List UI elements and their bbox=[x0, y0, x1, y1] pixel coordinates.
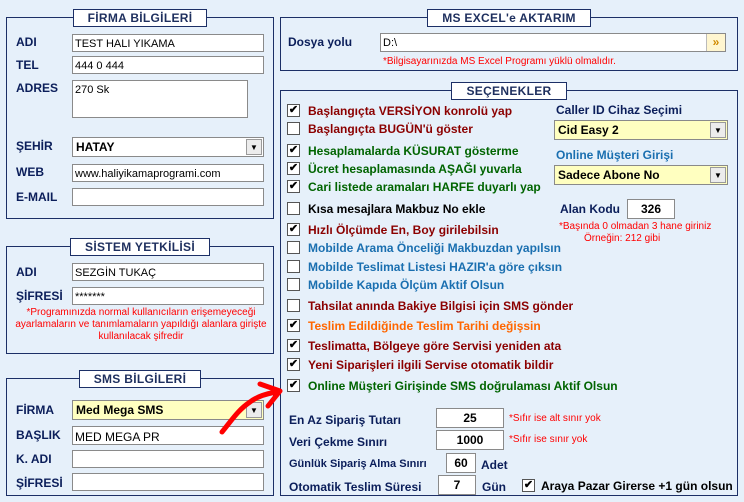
callerid-label: Caller ID Cihaz Seçimi bbox=[556, 103, 683, 117]
option-label: Başlangıçta VERSİYON konrolü yap bbox=[308, 104, 513, 118]
option-label: Mobilde Arama Önceliği Makbuzdan yapılsı… bbox=[308, 241, 561, 255]
sms-sifre-label: ŞİFRESİ bbox=[16, 476, 63, 490]
firma-email-label: E-MAIL bbox=[16, 190, 58, 204]
option-label: Teslimatta, Bölgeye göre Servisi yeniden… bbox=[308, 339, 562, 353]
sms-panel-title: SMS BİLGİLERİ bbox=[78, 370, 202, 388]
option-checkbox[interactable]: ✔ bbox=[287, 144, 300, 157]
option-checkbox[interactable] bbox=[287, 241, 300, 254]
excel-panel-title: MS EXCEL'e AKTARIM bbox=[427, 9, 591, 27]
option-checkbox[interactable] bbox=[287, 278, 300, 291]
min-siparis-label: En Az Sipariş Tutarı bbox=[289, 413, 402, 427]
option-label: Ücret hesaplamasında AŞAĞI yuvarla bbox=[308, 162, 522, 176]
sistem-adi-label: ADI bbox=[16, 265, 37, 279]
option-checkbox[interactable]: ✔ bbox=[287, 358, 300, 371]
firma-adi-field[interactable]: TEST HALI YIKAMA bbox=[72, 34, 264, 52]
excel-warning: *Bilgisayarınızda MS Excel Programı yükl… bbox=[383, 56, 616, 67]
online-giris-value: Sadece Abone No bbox=[558, 168, 660, 182]
alan-kodu-note-1: *Başında 0 olmadan 3 hane giriniz bbox=[559, 221, 712, 232]
alan-kodu-note-2: Örneğin: 212 gibi bbox=[584, 233, 661, 244]
option-label: Cari listede aramaları HARFE duyarlı yap bbox=[308, 180, 541, 194]
teslim-suresi-field[interactable]: 7 bbox=[438, 475, 476, 495]
pazar-checkbox-row[interactable]: ✔ Araya Pazar Girerse +1 gün olsun bbox=[522, 479, 736, 495]
callerid-value: Cid Easy 2 bbox=[558, 123, 619, 137]
option-label: Kısa mesajlara Makbuz No ekle bbox=[308, 202, 486, 216]
option-checkbox[interactable] bbox=[287, 299, 300, 312]
callerid-select[interactable]: Cid Easy 2 ▼ bbox=[554, 120, 728, 140]
option-label: Tahsilat anında Bakiye Bilgisi için SMS … bbox=[308, 299, 574, 313]
option-label: Mobilde Teslimat Listesi HAZIR'a göre çı… bbox=[308, 260, 563, 274]
online-giris-label: Online Müşteri Girişi bbox=[556, 148, 674, 162]
sms-baslik-label: BAŞLIK bbox=[16, 428, 61, 442]
firma-panel-title: FİRMA BİLGİLERİ bbox=[72, 9, 208, 27]
secenekler-panel-title: SEÇENEKLER bbox=[451, 82, 567, 100]
gunluk-siparis-label: Günlük Sipariş Alma Sınırı bbox=[289, 458, 427, 470]
option-label: Hesaplamalarda KÜSURAT gösterme bbox=[308, 144, 519, 158]
option-checkbox[interactable]: ✔ bbox=[287, 223, 300, 236]
gunluk-siparis-unit: Adet bbox=[481, 458, 508, 472]
firma-email-field[interactable] bbox=[72, 188, 264, 206]
option-checkbox[interactable]: ✔ bbox=[287, 104, 300, 117]
firma-adres-label: ADRES bbox=[16, 81, 59, 95]
firma-sehir-label: ŞEHİR bbox=[16, 139, 53, 153]
veri-cekme-note: *Sıfır ise sınır yok bbox=[509, 434, 588, 445]
firma-sehir-value: HATAY bbox=[76, 140, 115, 154]
gunluk-siparis-field[interactable]: 60 bbox=[446, 453, 476, 473]
chevron-down-icon[interactable]: ▼ bbox=[710, 167, 726, 183]
option-checkbox[interactable] bbox=[287, 122, 300, 135]
firma-adres-field[interactable]: 270 Sk bbox=[72, 80, 248, 118]
option-label: Başlangıçta BUGÜN'ü göster bbox=[308, 122, 473, 136]
veri-cekme-label: Veri Çekme Sınırı bbox=[289, 435, 388, 449]
firma-adi-label: ADI bbox=[16, 35, 37, 49]
option-checkbox[interactable] bbox=[287, 260, 300, 273]
option-label: Online Müşteri Girişinde SMS doğrulaması… bbox=[308, 379, 618, 393]
sms-kadi-field[interactable] bbox=[72, 450, 264, 468]
option-label: Hızlı Ölçümde En, Boy girilebilsin bbox=[308, 223, 499, 237]
pazar-checkbox[interactable]: ✔ bbox=[522, 479, 535, 492]
folder-browse-icon[interactable]: » bbox=[706, 34, 725, 51]
sms-kadi-label: K. ADI bbox=[16, 452, 52, 466]
option-label: Teslim Edildiğinde Teslim Tarihi değişsi… bbox=[308, 319, 541, 333]
teslim-suresi-label: Otomatik Teslim Süresi bbox=[289, 480, 422, 494]
option-checkbox[interactable]: ✔ bbox=[287, 339, 300, 352]
sistem-sifre-field[interactable]: ******* bbox=[72, 287, 264, 305]
firma-tel-label: TEL bbox=[16, 58, 39, 72]
sms-firma-label: FİRMA bbox=[16, 403, 54, 417]
option-label: Mobilde Kapıda Ölçüm Aktif Olsun bbox=[308, 278, 505, 292]
sms-sifre-field[interactable] bbox=[72, 473, 264, 491]
option-checkbox[interactable]: ✔ bbox=[287, 162, 300, 175]
sistem-note: *Programınızda normal kullanıcıların eri… bbox=[15, 307, 267, 342]
option-checkbox[interactable]: ✔ bbox=[287, 180, 300, 193]
firma-web-label: WEB bbox=[16, 165, 44, 179]
option-checkbox[interactable]: ✔ bbox=[287, 319, 300, 332]
sistem-sifre-label: ŞİFRESİ bbox=[16, 289, 63, 303]
teslim-suresi-unit: Gün bbox=[482, 480, 506, 494]
firma-web-field[interactable]: www.haliyikamaprogrami.com bbox=[72, 164, 264, 182]
min-siparis-field[interactable]: 25 bbox=[436, 408, 504, 428]
veri-cekme-field[interactable]: 1000 bbox=[436, 430, 504, 450]
chevron-down-icon[interactable]: ▼ bbox=[710, 122, 726, 138]
min-siparis-note: *Sıfır ise alt sınır yok bbox=[509, 413, 601, 424]
sms-firma-value: Med Mega SMS bbox=[76, 403, 164, 417]
excel-dosya-label: Dosya yolu bbox=[288, 35, 353, 49]
firma-tel-field[interactable]: 444 0 444 bbox=[72, 56, 264, 74]
excel-dosya-field[interactable]: D:\ bbox=[380, 33, 726, 52]
sistem-adi-field[interactable]: SEZGİN TUKAÇ bbox=[72, 263, 264, 281]
chevron-down-icon[interactable]: ▼ bbox=[246, 139, 262, 155]
pazar-label: Araya Pazar Girerse +1 gün olsun bbox=[541, 479, 733, 493]
option-checkbox[interactable] bbox=[287, 202, 300, 215]
red-arrow-annotation bbox=[219, 381, 283, 435]
sistem-panel-title: SİSTEM YETKİLİSİ bbox=[70, 238, 210, 256]
alan-kodu-label: Alan Kodu bbox=[560, 202, 620, 216]
alan-kodu-field[interactable]: 326 bbox=[627, 199, 675, 219]
option-label: Yeni Siparişleri ilgili Servise otomatik… bbox=[308, 358, 554, 372]
online-giris-select[interactable]: Sadece Abone No ▼ bbox=[554, 165, 728, 185]
firma-sehir-select[interactable]: HATAY ▼ bbox=[72, 137, 264, 157]
